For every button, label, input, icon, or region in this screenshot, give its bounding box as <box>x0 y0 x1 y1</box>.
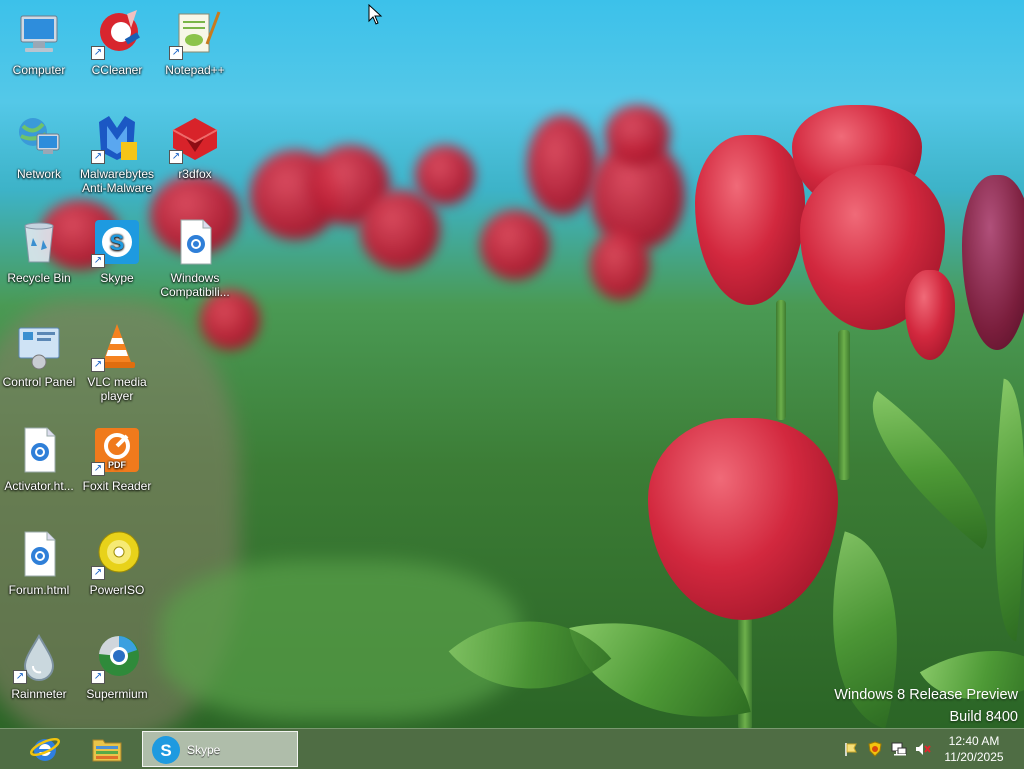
taskbar-skype-button[interactable]: S Skype <box>142 731 298 767</box>
desktop-icon-windows-compatibility[interactable]: Windows Compatibili... <box>157 210 233 310</box>
desktop-icon-foxit-reader[interactable]: PDF ↗ Foxit Reader <box>79 418 155 518</box>
shortcut-arrow-icon: ↗ <box>91 566 105 580</box>
desktop-icon-skype[interactable]: S ↗ Skype <box>79 210 155 310</box>
volume-muted-icon[interactable] <box>915 741 931 757</box>
security-shield-icon[interactable] <box>867 741 883 757</box>
taskbar-internet-explorer-button[interactable] <box>22 731 68 767</box>
shortcut-arrow-icon: ↗ <box>91 46 105 60</box>
taskbar-file-explorer-button[interactable] <box>84 731 130 767</box>
action-center-flag-icon[interactable] <box>843 741 859 757</box>
watermark-edition: Windows 8 Release Preview <box>834 687 1018 703</box>
taskbar-skype-label: Skype <box>187 743 221 757</box>
malwarebytes-icon: ↗ <box>91 112 143 164</box>
computer-icon <box>13 8 65 60</box>
vlc-icon: ↗ <box>91 320 143 372</box>
desktop[interactable]: Computer ↗ CCleaner ↗ Notepad++ Network … <box>0 0 1024 728</box>
desktop-icon-rainmeter[interactable]: ↗ Rainmeter <box>1 626 77 726</box>
file-explorer-icon <box>91 734 123 769</box>
network-icon[interactable] <box>891 741 907 757</box>
recycle-bin-icon <box>13 216 65 268</box>
shortcut-arrow-icon: ↗ <box>91 254 105 268</box>
desktop-icon-r3dfox[interactable]: ↗ r3dfox <box>157 106 233 206</box>
clock-time: 12:40 AM <box>948 734 1000 748</box>
svg-text:S: S <box>110 230 125 255</box>
foxit-reader-icon: PDF ↗ <box>91 424 143 476</box>
shortcut-arrow-icon: ↗ <box>91 358 105 372</box>
skype-icon: S ↗ <box>91 216 143 268</box>
control-panel-icon <box>13 320 65 372</box>
shortcut-arrow-icon: ↗ <box>91 150 105 164</box>
shortcut-arrow-icon: ↗ <box>169 150 183 164</box>
desktop-icon-activator[interactable]: Activator.ht... <box>1 418 77 518</box>
shortcut-arrow-icon: ↗ <box>91 462 105 476</box>
desktop-icon-forum[interactable]: Forum.html <box>1 522 77 622</box>
taskbar: S Skype 12:40 AM 11/20/2025 <box>0 728 1024 769</box>
poweriso-icon: ↗ <box>91 528 143 580</box>
r3dfox-icon: ↗ <box>169 112 221 164</box>
watermark-build: Build 8400 <box>949 709 1018 725</box>
desktop-icon-control-panel[interactable]: Control Panel <box>1 314 77 414</box>
clock-date: 11/20/2025 <box>944 750 1004 764</box>
shortcut-arrow-icon: ↗ <box>169 46 183 60</box>
build-watermark: Windows 8 Release Preview Build 8400 <box>834 684 1018 728</box>
desktop-icon-ccleaner[interactable]: ↗ CCleaner <box>79 2 155 102</box>
desktop-icon-computer[interactable]: Computer <box>1 2 77 102</box>
html-file-icon <box>13 528 65 580</box>
shortcut-arrow-icon: ↗ <box>91 670 105 684</box>
desktop-icon-notepadpp[interactable]: ↗ Notepad++ <box>157 2 233 102</box>
shortcut-arrow-icon: ↗ <box>13 670 27 684</box>
notepadpp-icon: ↗ <box>169 8 221 60</box>
svg-text:S: S <box>160 741 171 760</box>
mouse-cursor-icon <box>368 3 384 26</box>
svg-text:PDF: PDF <box>108 460 127 470</box>
internet-explorer-icon <box>29 733 61 770</box>
desktop-icon-recycle-bin[interactable]: Recycle Bin <box>1 210 77 310</box>
desktop-icon-malwarebytes[interactable]: ↗ Malwarebytes Anti-Malware <box>79 106 155 206</box>
desktop-icon-network[interactable]: Network <box>1 106 77 206</box>
rainmeter-icon: ↗ <box>13 632 65 684</box>
supermium-icon: ↗ <box>91 632 143 684</box>
ccleaner-icon: ↗ <box>91 8 143 60</box>
skype-icon: S <box>151 735 181 770</box>
html-file-icon <box>13 424 65 476</box>
desktop-icon-poweriso[interactable]: ↗ PowerISO <box>79 522 155 622</box>
taskbar-clock[interactable]: 12:40 AM 11/20/2025 <box>936 733 1012 765</box>
html-file-icon <box>169 216 221 268</box>
network-icon <box>13 112 65 164</box>
desktop-icon-supermium[interactable]: ↗ Supermium <box>79 626 155 726</box>
desktop-icon-vlc[interactable]: ↗ VLC media player <box>79 314 155 414</box>
